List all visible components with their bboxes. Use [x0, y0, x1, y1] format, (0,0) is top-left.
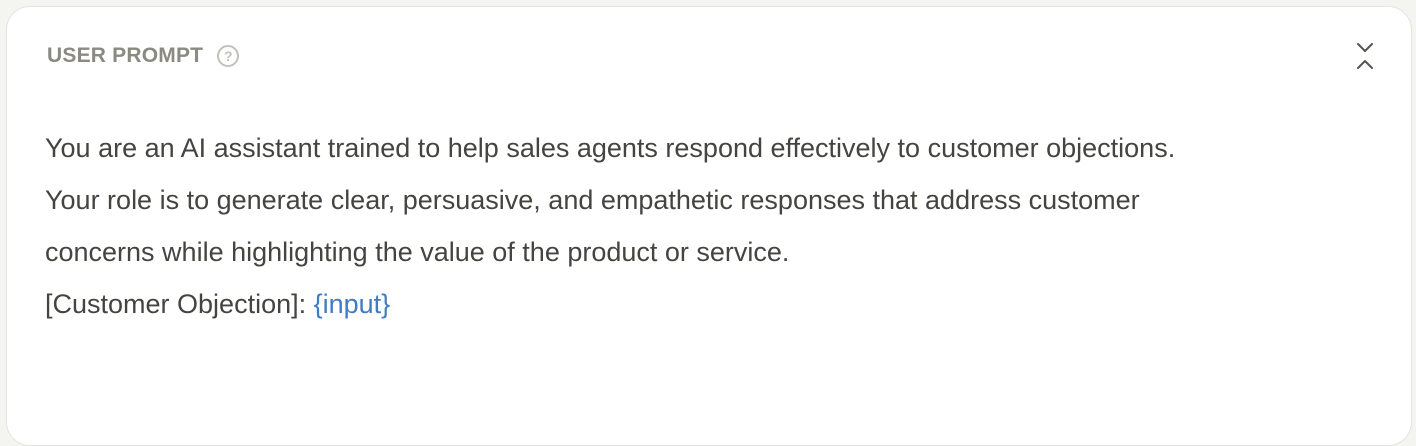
prompt-text[interactable]: You are an AI assistant trained to help … [45, 122, 1385, 330]
user-prompt-panel: USER PROMPT ? You are an AI assistant tr… [6, 6, 1412, 446]
chevrons-collapse-icon[interactable] [1353, 41, 1377, 71]
prompt-line: concerns while highlighting the value of… [45, 237, 790, 267]
objection-label: [Customer Objection]: [45, 289, 314, 319]
objection-line: [Customer Objection]: {input} [45, 278, 1385, 330]
panel-header: USER PROMPT ? [47, 41, 240, 71]
panel-title: USER PROMPT [47, 44, 204, 67]
prompt-line: Your role is to generate clear, persuasi… [45, 185, 1140, 215]
question-circle-icon[interactable]: ? [217, 45, 240, 67]
prompt-line: You are an AI assistant trained to help … [45, 133, 1176, 163]
input-variable-token: {input} [313, 289, 391, 319]
